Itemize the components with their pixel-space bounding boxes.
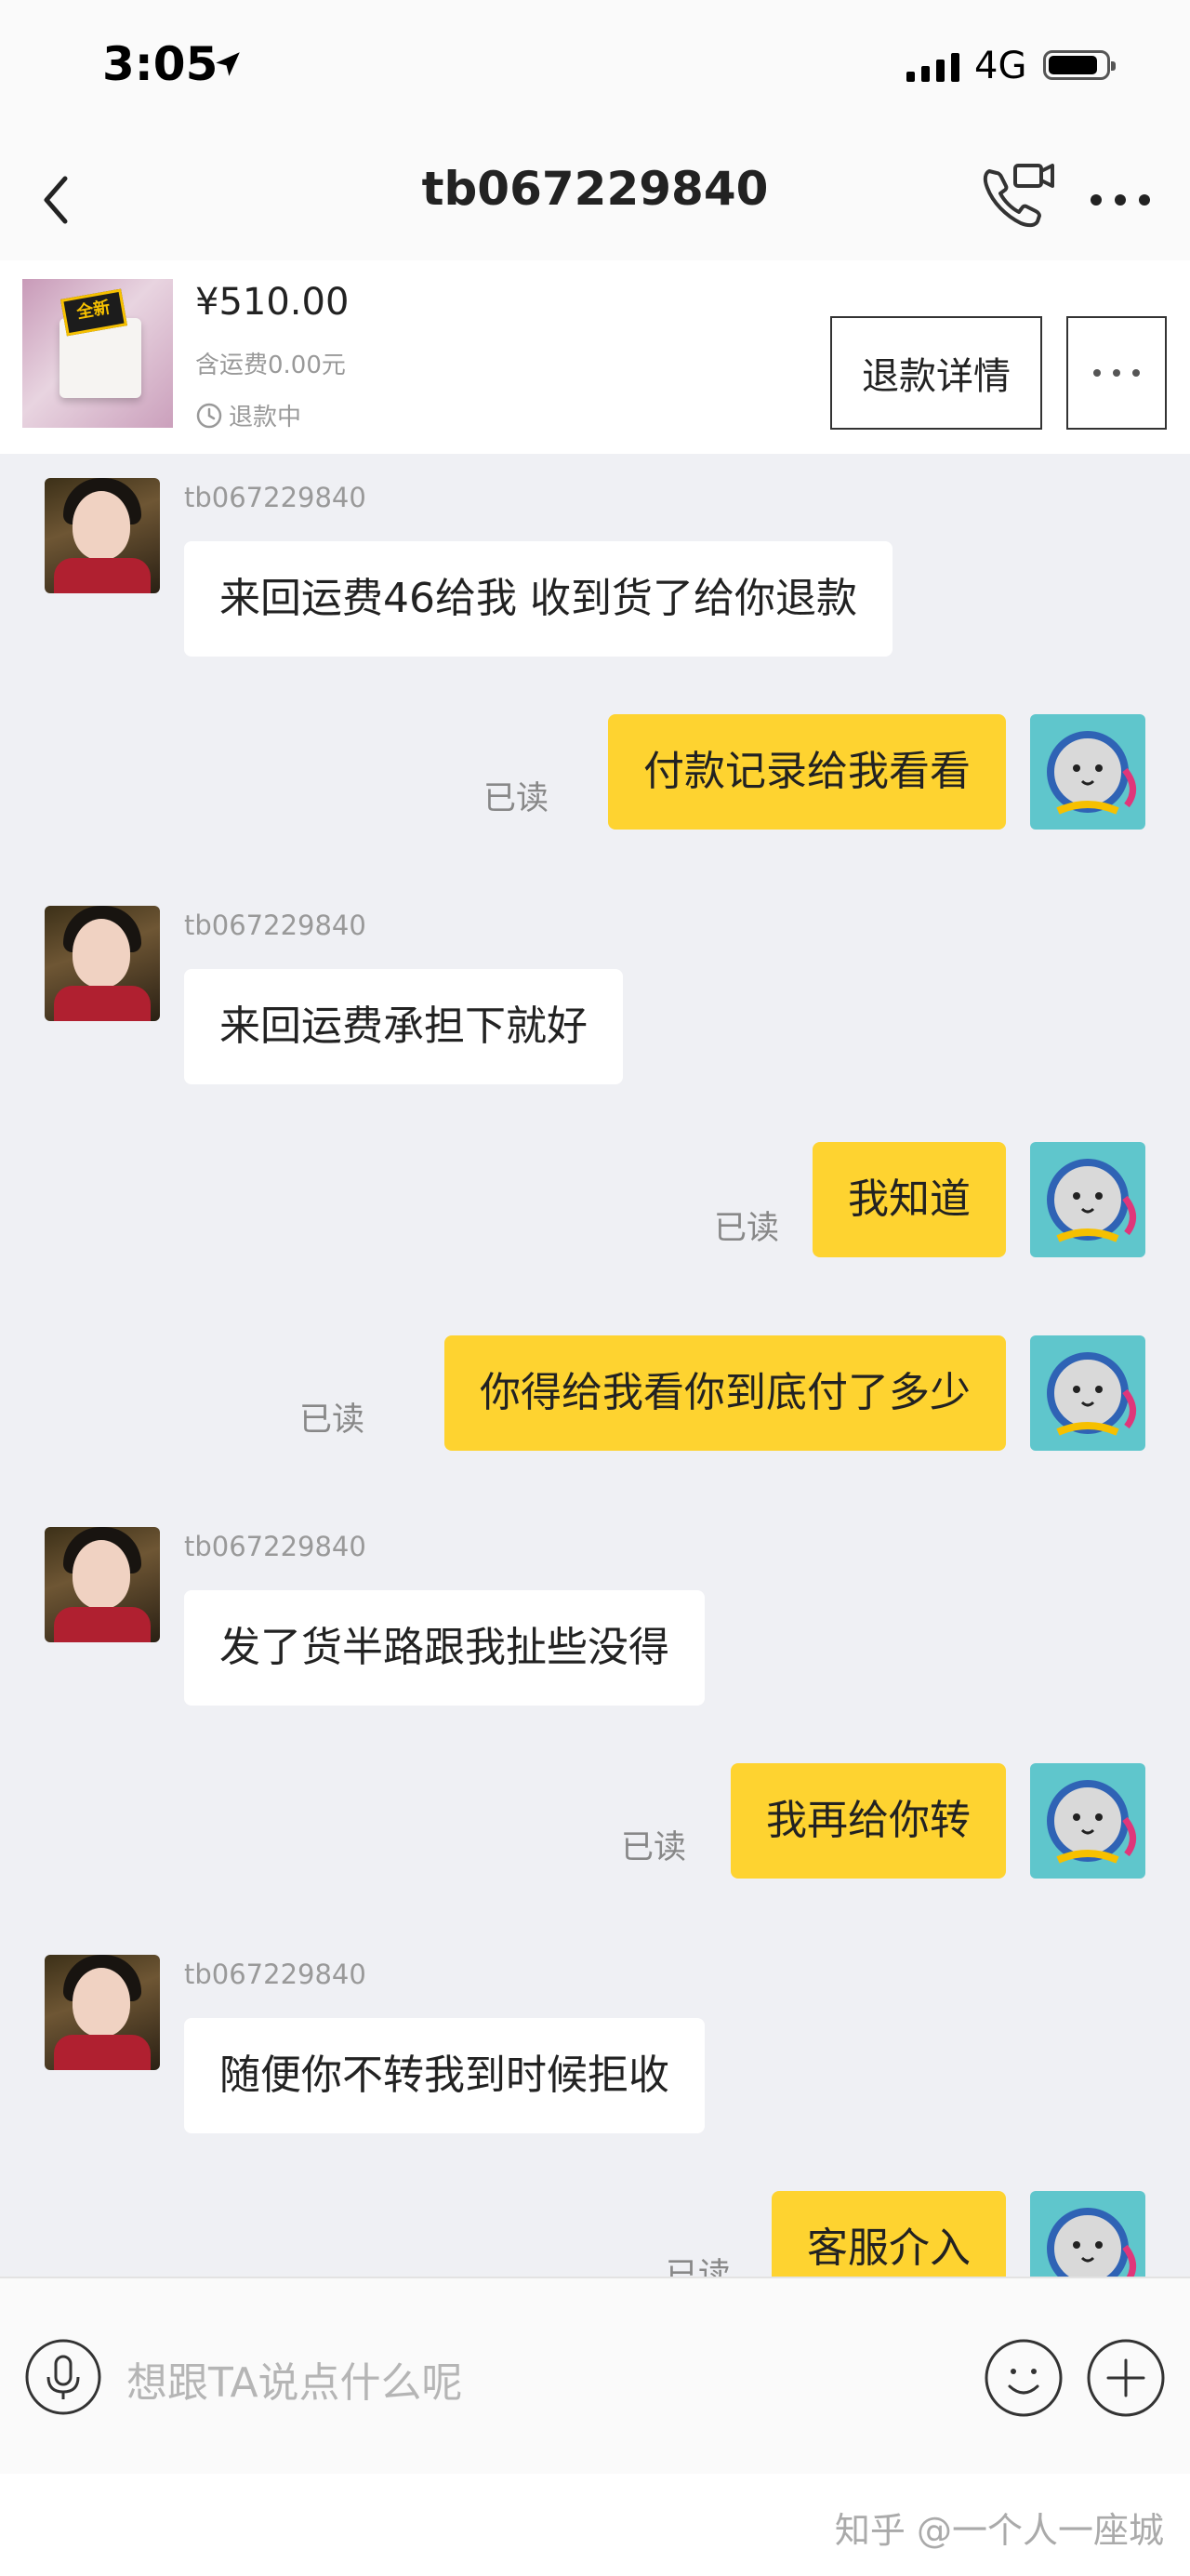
seller-avatar[interactable] bbox=[45, 1527, 160, 1642]
message-input-bar: 想跟TA说点什么呢 bbox=[0, 2277, 1190, 2476]
more-dots-icon bbox=[1093, 369, 1140, 377]
product-thumbnail[interactable]: 全新 bbox=[22, 279, 173, 428]
message-input[interactable]: 想跟TA说点什么呢 bbox=[126, 2349, 463, 2409]
user-avatar[interactable] bbox=[1030, 1335, 1145, 1451]
message-bubble-incoming[interactable]: 随便你不转我到时候拒收 bbox=[184, 2018, 705, 2133]
cat-astronaut-avatar bbox=[1047, 1159, 1136, 1242]
shipping-fee: 含运费0.00元 bbox=[195, 352, 346, 379]
refund-status: 退款中 bbox=[195, 398, 301, 432]
seller-username: tb067229840 bbox=[184, 910, 366, 941]
status-bar: 3:05 4G bbox=[0, 0, 1190, 139]
cat-astronaut-avatar bbox=[1047, 1780, 1136, 1864]
seller-username: tb067229840 bbox=[184, 1959, 366, 1990]
message-bubble-outgoing[interactable]: 我知道 bbox=[813, 1142, 1006, 1257]
read-receipt: 已读 bbox=[483, 780, 549, 817]
nav-bar: tb067229840 bbox=[0, 139, 1190, 260]
message-bubble-incoming[interactable]: 来回运费46给我 收到货了给你退款 bbox=[184, 541, 892, 657]
microphone-icon[interactable] bbox=[24, 2338, 102, 2416]
emoji-icon[interactable] bbox=[984, 2338, 1064, 2418]
order-price: ¥510.00 bbox=[195, 281, 350, 324]
message-bubble-outgoing[interactable]: 你得给我看你到底付了多少 bbox=[444, 1335, 1006, 1451]
seller-username: tb067229840 bbox=[184, 1531, 366, 1562]
phone-video-call-icon[interactable] bbox=[976, 158, 1056, 238]
plus-icon[interactable] bbox=[1086, 2338, 1166, 2418]
user-avatar[interactable] bbox=[1030, 714, 1145, 830]
seller-avatar[interactable] bbox=[45, 906, 160, 1021]
message-bubble-incoming[interactable]: 发了货半路跟我扯些没得 bbox=[184, 1590, 705, 1706]
status-time: 3:05 bbox=[102, 37, 218, 91]
location-arrow-icon bbox=[216, 52, 240, 76]
message-bubble-outgoing[interactable]: 付款记录给我看看 bbox=[608, 714, 1006, 830]
message-bubble-outgoing[interactable]: 我再给你转 bbox=[731, 1763, 1006, 1879]
cat-astronaut-avatar bbox=[1047, 1352, 1136, 1436]
message-bubble-incoming[interactable]: 来回运费承担下就好 bbox=[184, 969, 623, 1084]
network-type: 4G bbox=[974, 45, 1027, 87]
seller-avatar[interactable] bbox=[45, 478, 160, 593]
watermark: 知乎 @一个人一座城 bbox=[834, 2510, 1164, 2551]
footer: 知乎 @一个人一座城 bbox=[0, 2474, 1190, 2576]
refund-status-label: 退款中 bbox=[229, 404, 302, 432]
clock-icon bbox=[196, 403, 222, 428]
read-receipt: 已读 bbox=[299, 1401, 365, 1439]
refund-detail-button[interactable]: 退款详情 bbox=[830, 316, 1042, 430]
cat-astronaut-avatar bbox=[1047, 731, 1136, 815]
read-receipt: 已读 bbox=[714, 1210, 780, 1247]
more-options-icon[interactable] bbox=[1088, 186, 1153, 214]
read-receipt: 已读 bbox=[621, 1829, 687, 1866]
order-summary: 全新 ¥510.00 含运费0.00元 退款中 退款详情 bbox=[0, 260, 1190, 454]
signal-icon bbox=[906, 52, 959, 82]
seller-avatar[interactable] bbox=[45, 1955, 160, 2070]
order-more-button[interactable] bbox=[1066, 316, 1167, 430]
user-avatar[interactable] bbox=[1030, 1763, 1145, 1879]
battery-icon bbox=[1043, 50, 1116, 80]
seller-username: tb067229840 bbox=[184, 482, 366, 513]
user-avatar[interactable] bbox=[1030, 1142, 1145, 1257]
